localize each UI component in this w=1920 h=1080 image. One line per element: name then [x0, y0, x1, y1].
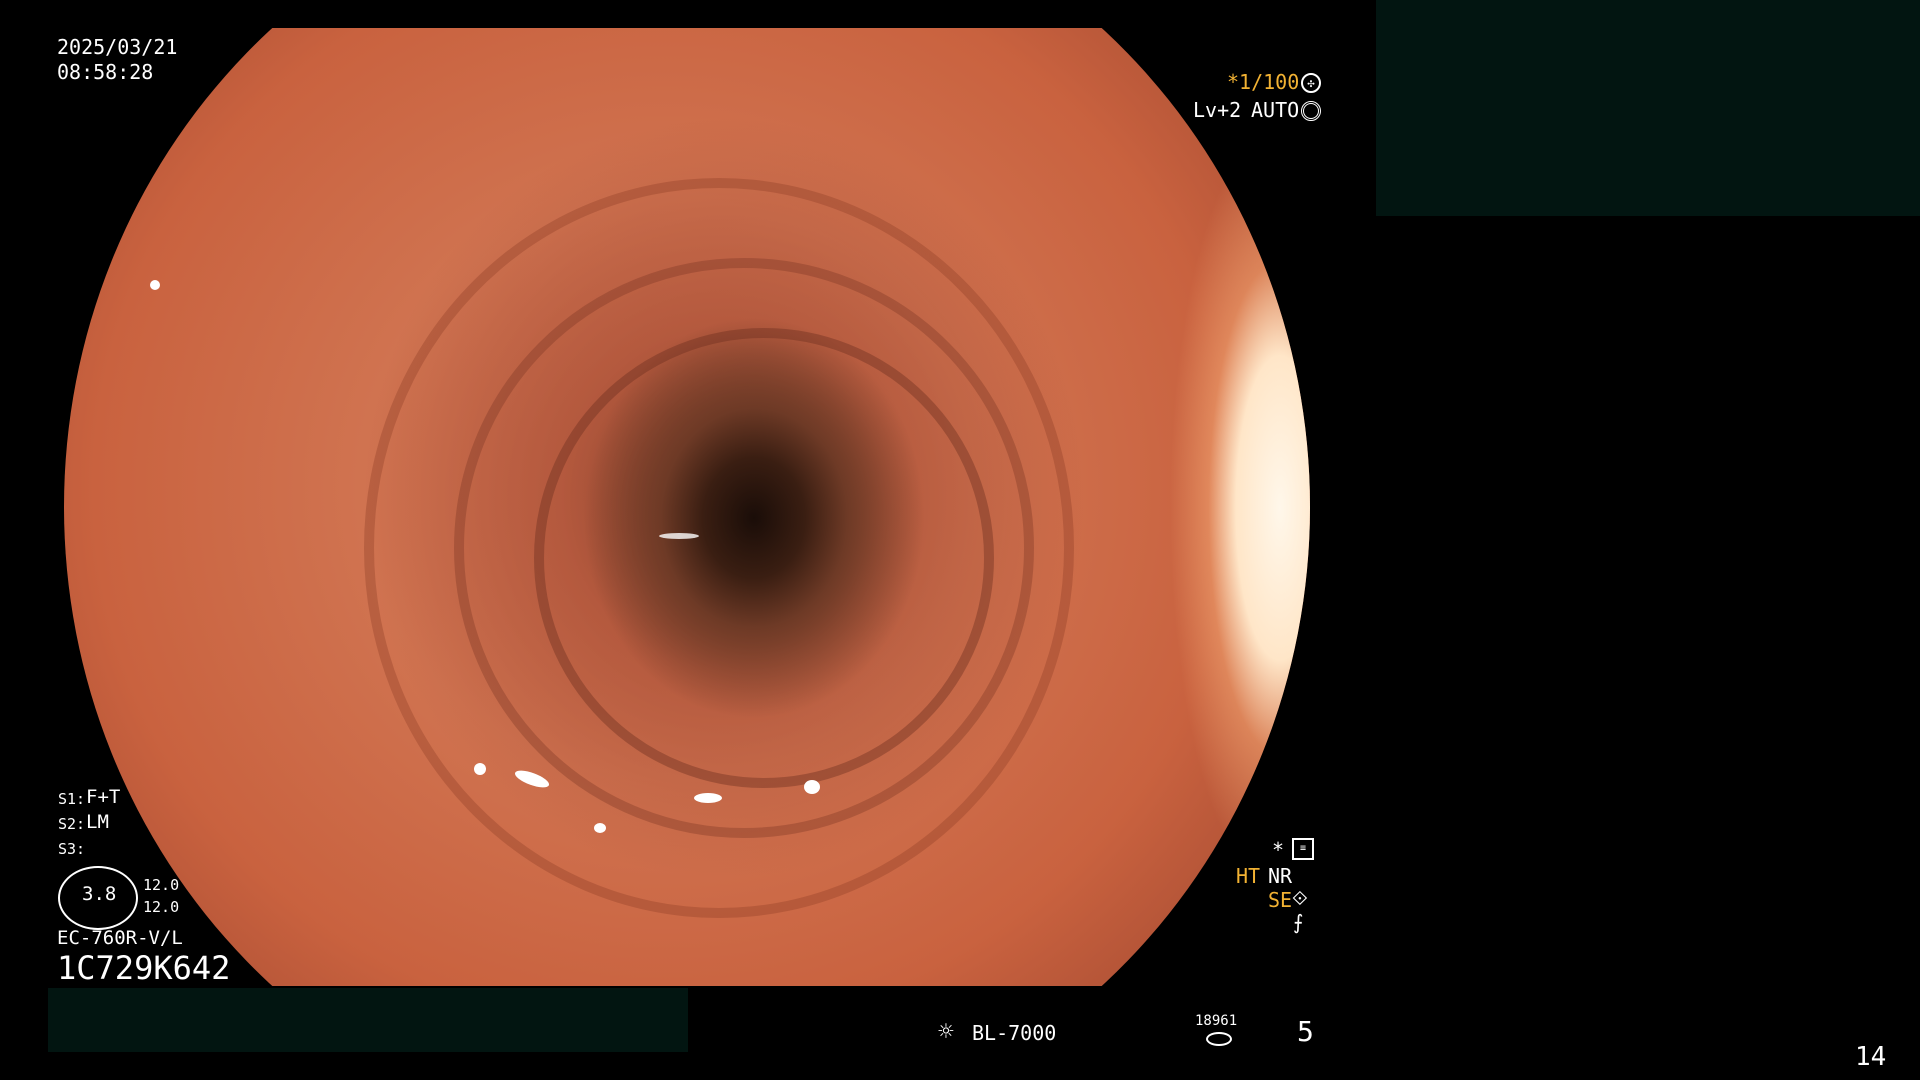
enhance-icon: ⨍ — [1293, 910, 1304, 934]
zoom-range-top: 12.0 — [143, 876, 180, 894]
star-indicator: * — [1272, 838, 1285, 862]
brightness-level: Lv+2 — [1193, 98, 1242, 122]
s3-label: S3: — [58, 840, 86, 858]
s1-label: S1: — [58, 790, 86, 808]
ht-indicator: HT — [1236, 864, 1261, 888]
filter-icon: ≡ — [1292, 838, 1314, 860]
auto-icon — [1301, 101, 1321, 121]
specular-highlight — [150, 280, 160, 290]
endoscopic-image — [64, 28, 1310, 986]
specular-highlight — [804, 780, 820, 794]
specular-highlight — [694, 793, 722, 803]
time: 08:58:28 — [57, 60, 154, 84]
s2-label: S2: — [58, 815, 86, 833]
mucosal-fold — [534, 328, 994, 788]
exposure-mode: AUTO — [1251, 98, 1300, 122]
usage-counter: 18961 — [1195, 1013, 1238, 1029]
count-value: 5 — [1297, 1015, 1314, 1048]
se-icon: ⟐ — [1292, 886, 1308, 910]
scope-model: EC-760R-V/L — [57, 927, 183, 949]
date: 2025/03/21 — [57, 35, 178, 59]
light-icon: ☼ — [938, 1017, 954, 1047]
zoom-range-bottom: 12.0 — [143, 898, 180, 916]
specular-highlight — [474, 763, 486, 775]
page-number: 14 — [1855, 1042, 1887, 1072]
shutter-speed: *1/100 — [1227, 70, 1300, 94]
redacted-comment-area — [48, 988, 688, 1052]
redacted-patient-info — [1376, 0, 1920, 216]
specular-highlight — [594, 823, 606, 833]
specular-highlight — [659, 533, 699, 539]
zoom-value: 3.8 — [82, 883, 117, 905]
nr-indicator: NR — [1268, 864, 1293, 888]
se-indicator: SE — [1268, 888, 1293, 912]
s1-value: F+T — [86, 786, 121, 808]
shutter-icon: ✣ — [1301, 73, 1321, 93]
light-source: BL-7000 — [972, 1021, 1057, 1045]
counter-icon — [1206, 1032, 1232, 1046]
scope-serial: 1C729K642 — [57, 949, 231, 987]
s2-value: LM — [86, 811, 109, 833]
